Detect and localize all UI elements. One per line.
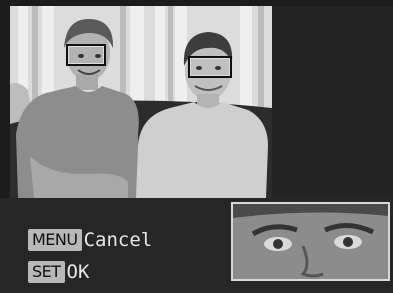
- face-zoom-preview: [231, 202, 390, 281]
- cancel-label: Cancel: [83, 229, 153, 251]
- photo-preview: [10, 6, 272, 198]
- camera-screen: MENU Cancel SET OK: [0, 0, 393, 293]
- zoom-image: [233, 204, 388, 279]
- menu-cancel-control[interactable]: MENU Cancel: [28, 229, 152, 251]
- photo-image: [10, 6, 272, 198]
- menu-key: MENU: [28, 229, 82, 251]
- ok-label: OK: [66, 261, 90, 283]
- side-panel: [272, 6, 393, 198]
- set-key: SET: [28, 261, 65, 283]
- set-ok-control[interactable]: SET OK: [28, 261, 89, 283]
- face-frame-2-selected[interactable]: [188, 56, 232, 78]
- face-frame-1[interactable]: [66, 44, 106, 66]
